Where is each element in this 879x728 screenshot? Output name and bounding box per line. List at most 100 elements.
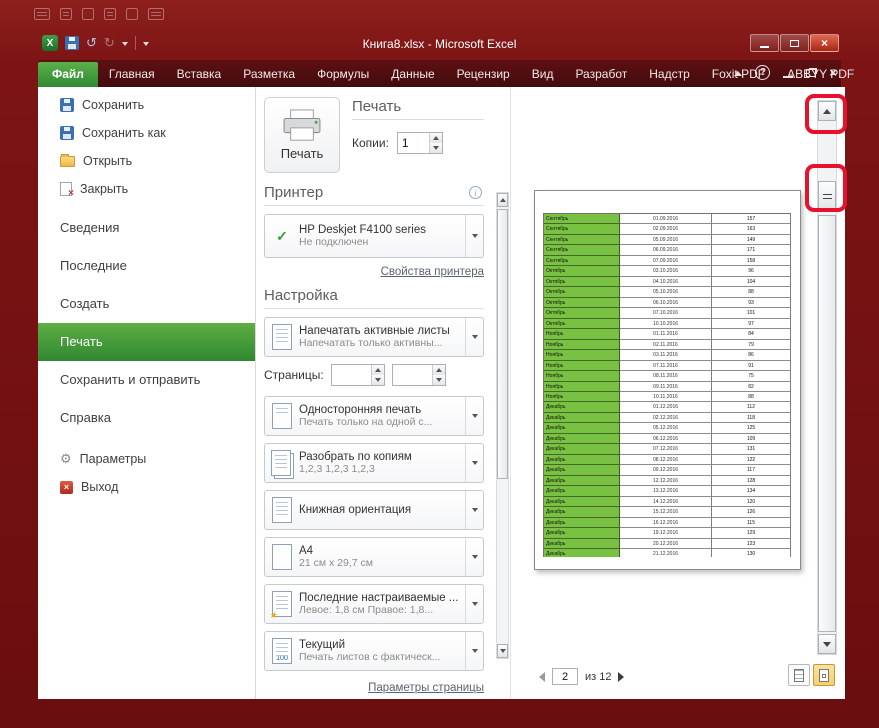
tab-file[interactable]: Файл [38,62,98,87]
sidebar-item-save-send[interactable]: Сохранить и отправить [38,361,255,399]
duplex-dropdown[interactable]: Односторонняя печать Печать только на од… [264,396,484,436]
system-icon[interactable] [104,8,116,20]
tab-developer[interactable]: Разработ [564,62,638,87]
tab-review[interactable]: Рецензир [446,62,521,87]
sidebar-item-new[interactable]: Создать [38,285,255,323]
sidebar-item-options[interactable]: ⚙ Параметры [38,445,255,473]
preview-table-row: Сентябрь 05.09.2016 149 [544,234,791,246]
system-icon[interactable] [82,8,94,20]
settings-scrollbar[interactable] [496,192,509,659]
sidebar-item-open[interactable]: Открыть [38,147,255,175]
preview-scrollbar[interactable] [817,100,837,655]
tab-view[interactable]: Вид [521,62,565,87]
preview-scroll-up-icon[interactable] [818,101,836,121]
dropdown-caret[interactable] [465,585,483,623]
preview-table-row: Декабрь 08.12.2016 122 [544,454,791,466]
preview-scrollbar-thumb[interactable] [818,215,836,632]
minimize-button[interactable] [750,34,779,52]
preview-table-row: Ноябрь 08.11.2016 75 [544,371,791,382]
active-sheets-icon [272,324,292,350]
preview-table-row: Октябрь 04.10.2016 104 [544,276,791,288]
orientation-dropdown[interactable]: Книжная ориентация [264,490,484,530]
close-button[interactable]: × [810,34,839,52]
copies-stepper[interactable]: 1 [396,132,443,154]
preview-scroll-down-icon[interactable] [818,634,836,654]
next-page-icon[interactable] [618,671,629,682]
pages-to-stepper[interactable] [391,364,446,386]
preview-table-row: Декабрь 07.12.2016 131 [544,444,791,455]
pages-to-up-icon[interactable] [432,365,445,375]
print-what-dropdown[interactable]: Напечатать активные листы Напечатать тол… [264,317,484,357]
preview-table-row: Декабрь 15.12.2016 126 [544,507,791,518]
margins-icon: ★ [269,591,292,620]
show-margins-button[interactable] [788,664,810,686]
sidebar-item-save[interactable]: Сохранить [38,91,255,119]
dropdown-caret[interactable] [465,538,483,576]
dropdown-caret[interactable] [465,491,483,529]
minimize-ribbon-icon[interactable] [734,67,743,76]
pages-from-down-icon[interactable] [371,375,384,385]
copies-input[interactable]: 1 [398,133,429,153]
zoom-to-page-button[interactable] [813,664,835,686]
open-folder-icon [60,153,75,167]
preview-table-row: Ноябрь 02.11.2016 79 [544,339,791,351]
workbook-minimize-icon[interactable] [783,76,794,78]
preview-table-row: Декабрь 06.12.2016 109 [544,433,791,445]
workbook-close-icon[interactable]: × [829,65,837,80]
copies-down-icon[interactable] [429,143,442,153]
scaling-dropdown[interactable]: 100 Текущий Печать листов с фактическ... [264,631,484,671]
sidebar-item-recent[interactable]: Последние [38,247,255,285]
dropdown-caret[interactable] [465,397,483,435]
current-page-input[interactable]: 2 [552,668,578,685]
system-window-icon[interactable] [34,8,50,20]
window-title: Книга8.xlsx - Microsoft Excel [362,37,517,51]
printer-dropdown[interactable]: ✓ HP Deskjet F4100 series Не подключен [264,214,484,258]
system-icon[interactable] [126,8,138,20]
sidebar-item-exit[interactable]: × Выход [38,473,255,501]
dropdown-caret[interactable] [465,444,483,482]
system-icon[interactable] [60,8,72,20]
margins-dropdown[interactable]: ★ Последние настраиваемые ... Левое: 1,8… [264,584,484,624]
printer-properties-link[interactable]: Свойства принтера [381,266,484,278]
dropdown-caret[interactable] [465,632,483,670]
paper-size-dropdown[interactable]: A4 21 см x 29,7 см [264,537,484,577]
settings-scroll-down-icon[interactable] [497,644,508,658]
preview-table-row: Декабрь 16.12.2016 115 [544,517,791,529]
tab-data[interactable]: Данные [380,62,445,87]
printer-ok-icon: ✓ [276,227,288,244]
pages-to-input[interactable] [393,365,432,385]
maximize-button[interactable] [780,34,809,52]
print-button[interactable]: Печать [264,97,340,173]
sidebar-item-close[interactable]: Закрыть [38,175,255,203]
print-section-title: Печать [352,97,484,120]
tab-insert[interactable]: Вставка [166,62,233,87]
tab-addins[interactable]: Надстр [638,62,701,87]
workbook-restore-icon[interactable] [806,68,817,77]
pages-to-down-icon[interactable] [432,375,445,385]
sidebar-item-print[interactable]: Печать [38,323,255,361]
info-icon[interactable]: i [469,186,482,199]
tab-page-layout[interactable]: Разметка [232,62,306,87]
previous-page-icon[interactable] [534,671,545,682]
help-icon[interactable]: ? [755,65,771,80]
pages-from-stepper[interactable] [330,364,385,386]
copies-up-icon[interactable] [429,133,442,143]
system-icon[interactable] [148,8,164,20]
dropdown-caret[interactable] [465,318,483,356]
sidebar-item-save-as[interactable]: Сохранить как [38,119,255,147]
preview-split-handle[interactable] [818,181,836,211]
pages-from-input[interactable] [332,365,371,385]
pages-from-up-icon[interactable] [371,365,384,375]
settings-scrollbar-thumb[interactable] [497,209,508,479]
sidebar-item-info[interactable]: Сведения [38,209,255,247]
sidebar-item-help[interactable]: Справка [38,399,255,437]
preview-table-row: Декабрь 02.12.2016 118 [544,412,791,424]
printer-name: HP Deskjet F4100 series [299,224,426,236]
preview-table-row: Ноябрь 01.11.2016 84 [544,329,791,340]
collate-dropdown[interactable]: Разобрать по копиям 1,2,3 1,2,3 1,2,3 [264,443,484,483]
printer-dropdown-caret[interactable] [465,215,483,257]
page-setup-link[interactable]: Параметры страницы [368,682,484,694]
tab-formulas[interactable]: Формулы [306,62,380,87]
settings-scroll-up-icon[interactable] [497,193,508,207]
tab-home[interactable]: Главная [98,62,166,87]
